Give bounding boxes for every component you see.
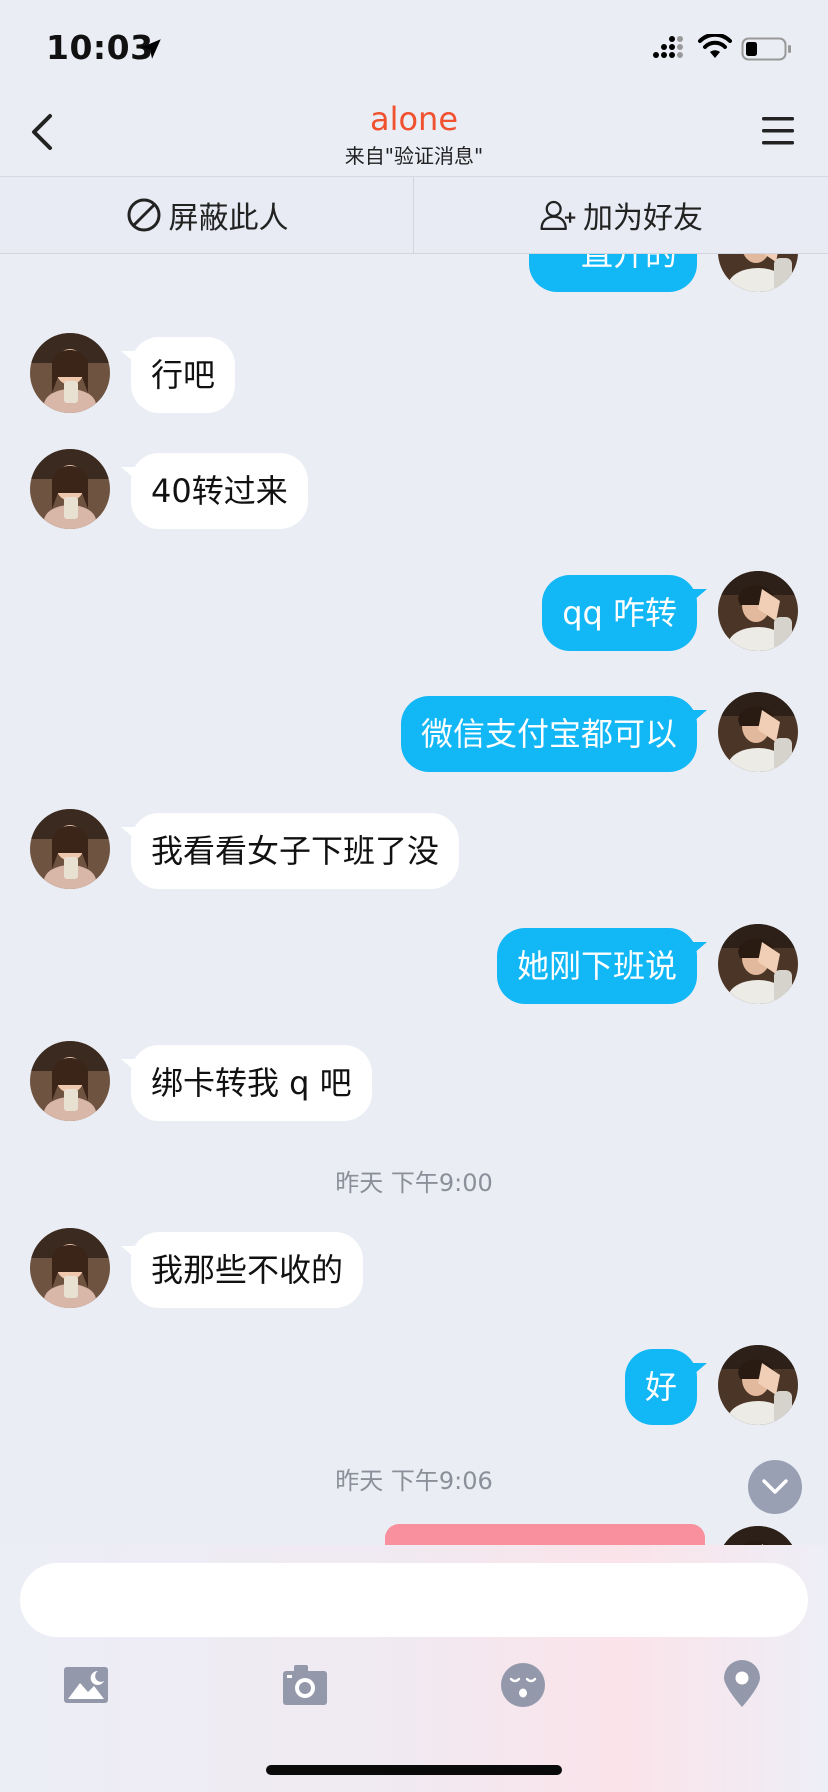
status-bar: 10:03 bbox=[0, 0, 828, 100]
message-input[interactable] bbox=[20, 1563, 808, 1637]
location-arrow-icon bbox=[141, 39, 161, 59]
card-message[interactable] bbox=[385, 1524, 705, 1545]
location-button[interactable] bbox=[712, 1655, 772, 1715]
wifi-icon bbox=[698, 34, 732, 58]
avatar[interactable] bbox=[718, 692, 798, 772]
add-friend-button[interactable]: 加为好友 bbox=[414, 177, 828, 253]
emoji-icon bbox=[501, 1663, 545, 1707]
emoji-button[interactable] bbox=[493, 1655, 553, 1715]
message-bubble[interactable]: 她刚下班说 bbox=[496, 928, 708, 1004]
add-friend-icon bbox=[540, 200, 576, 230]
avatar[interactable] bbox=[30, 1041, 110, 1121]
block-user-label: 屏蔽此人 bbox=[168, 201, 289, 236]
message-bubble[interactable]: 40转过来 bbox=[121, 453, 308, 529]
avatar[interactable] bbox=[30, 449, 110, 529]
block-icon bbox=[127, 198, 160, 232]
image-icon bbox=[64, 1667, 108, 1703]
chat-timestamp: 昨天 下午9:06 bbox=[335, 1467, 493, 1495]
action-bar: 屏蔽此人 加为好友 bbox=[0, 176, 828, 254]
avatar[interactable] bbox=[718, 924, 798, 1004]
avatar[interactable] bbox=[30, 809, 110, 889]
image-button[interactable] bbox=[56, 1655, 116, 1715]
message-bubble[interactable]: qq 咋转 bbox=[542, 575, 707, 651]
home-indicator bbox=[266, 1765, 562, 1775]
avatar[interactable] bbox=[718, 1526, 798, 1545]
chat-message-list[interactable]: 一直开的 行吧 40转过来 qq 咋转 微信支付宝都可以 我看看女子下班了没 她… bbox=[0, 240, 828, 1545]
message-bubble[interactable]: 我看看女子下班了没 bbox=[120, 813, 460, 889]
message-bubble[interactable]: 微信支付宝都可以 bbox=[400, 696, 708, 772]
avatar[interactable] bbox=[30, 333, 110, 413]
menu-icon[interactable] bbox=[760, 114, 796, 148]
avatar[interactable] bbox=[718, 1345, 798, 1425]
camera-icon bbox=[283, 1665, 327, 1705]
message-bubble[interactable]: 好 bbox=[624, 1349, 708, 1425]
scroll-to-bottom-button[interactable] bbox=[748, 1460, 802, 1514]
add-friend-label: 加为好友 bbox=[583, 201, 703, 236]
block-user-button[interactable]: 屏蔽此人 bbox=[0, 177, 413, 253]
page-title: alone bbox=[369, 100, 459, 138]
avatar[interactable] bbox=[30, 1228, 110, 1308]
chevron-down-icon bbox=[762, 1479, 788, 1494]
battery-icon bbox=[741, 37, 791, 61]
chat-timestamp: 昨天 下午9:00 bbox=[335, 1169, 493, 1197]
message-bubble[interactable]: 我那些不收的 bbox=[120, 1232, 364, 1308]
page-subtitle: 来自"验证消息" bbox=[344, 144, 484, 168]
location-icon bbox=[724, 1660, 760, 1707]
cellular-signal-icon bbox=[653, 36, 683, 58]
message-bubble[interactable]: 绑卡转我 q 吧 bbox=[121, 1045, 372, 1121]
camera-button[interactable] bbox=[275, 1655, 335, 1715]
message-bubble[interactable]: 行吧 bbox=[120, 337, 236, 413]
input-area bbox=[0, 1545, 828, 1792]
nav-bar: alone 来自"验证消息" bbox=[0, 96, 828, 176]
avatar[interactable] bbox=[718, 571, 798, 651]
